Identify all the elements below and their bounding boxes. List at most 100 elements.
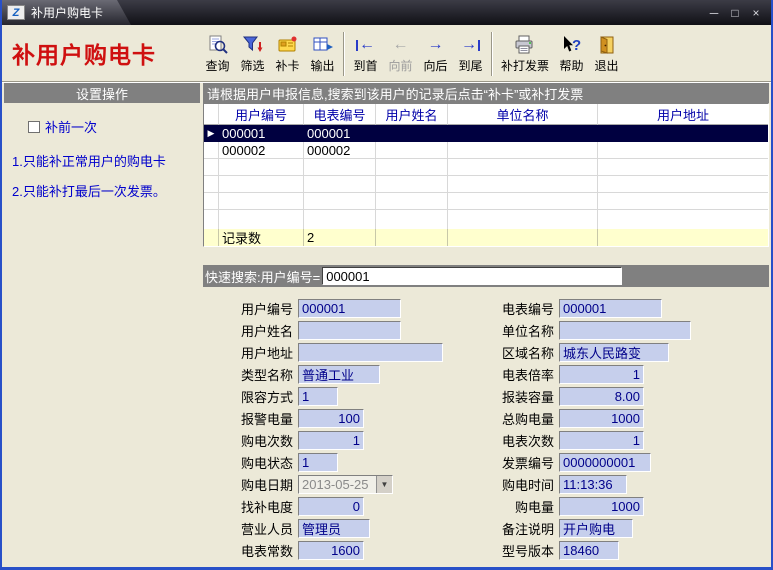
form-row-meter-count: 电表次数 1 bbox=[481, 429, 691, 451]
meter-id-field[interactable]: 000001 bbox=[559, 299, 662, 318]
form-row-meter-id: 电表编号 000001 bbox=[481, 297, 691, 319]
header-user-id: 用户编号 bbox=[219, 104, 304, 125]
exit-button[interactable]: 退出 bbox=[589, 29, 624, 79]
go-last-icon: → bbox=[461, 34, 480, 56]
minimize-button[interactable]: ─ bbox=[705, 5, 723, 21]
header-indicator-cell bbox=[204, 104, 219, 125]
quick-search-input[interactable] bbox=[322, 267, 622, 285]
cell-user-address bbox=[598, 142, 768, 159]
exit-icon bbox=[596, 34, 618, 56]
app-window: Z 补用户购电卡 ─ □ × 补用户购电卡 bbox=[0, 0, 773, 570]
sidebar-note-1: 1.只能补正常用户的购电卡 bbox=[12, 154, 192, 170]
type-name-field[interactable]: 普通工业 bbox=[298, 365, 380, 384]
capacity-mode-field[interactable]: 1 bbox=[298, 387, 338, 406]
go-last-label: 到尾 bbox=[458, 57, 482, 74]
go-prev-button[interactable]: ← 向前 bbox=[383, 29, 418, 79]
go-last-button[interactable]: → 到尾 bbox=[453, 29, 488, 79]
user-address-field[interactable] bbox=[298, 343, 443, 362]
record-count-label: 记录数 bbox=[219, 229, 304, 246]
alarm-energy-field[interactable]: 100 bbox=[298, 409, 364, 428]
header-bar: 补用户购电卡 查询 bbox=[2, 25, 771, 82]
printer-icon bbox=[514, 34, 536, 56]
installed-capacity-field[interactable]: 8.00 bbox=[559, 387, 644, 406]
close-button[interactable]: × bbox=[747, 5, 765, 21]
export-label: 输出 bbox=[310, 57, 334, 74]
field-label: 电表编号 bbox=[481, 299, 559, 318]
total-energy-field[interactable]: 1000 bbox=[559, 409, 644, 428]
purchase-date-combo[interactable]: 2013-05-25 ▼ bbox=[298, 475, 393, 494]
model-version-field[interactable]: 18460 bbox=[559, 541, 619, 560]
form-row-purchase-time: 购电时间 11:13:36 bbox=[481, 473, 691, 495]
reissue-card-button[interactable]: 补卡 bbox=[270, 29, 305, 79]
detail-form: 用户编号 000001 用户姓名 用户地址 类型名称 普通工业 bbox=[203, 287, 769, 567]
field-label: 报警电量 bbox=[213, 409, 298, 428]
export-button[interactable]: 输出 bbox=[305, 29, 340, 79]
field-label: 用户编号 bbox=[213, 299, 298, 318]
field-label: 备注说明 bbox=[481, 519, 559, 538]
form-row-adjust-energy: 找补电度 0 bbox=[213, 495, 443, 517]
field-label: 购电日期 bbox=[213, 475, 298, 494]
help-button[interactable]: ? 帮助 bbox=[554, 29, 589, 79]
form-row-unit-name: 单位名称 bbox=[481, 319, 691, 341]
cell-meter-id: 000002 bbox=[304, 142, 376, 159]
purchase-time-field[interactable]: 11:13:36 bbox=[559, 475, 627, 494]
meter-ratio-field[interactable]: 1 bbox=[559, 365, 644, 384]
maximize-button[interactable]: □ bbox=[726, 5, 744, 21]
table-footer-row: 记录数 2 bbox=[204, 229, 768, 246]
form-row-user-address: 用户地址 bbox=[213, 341, 443, 363]
go-first-icon: ← bbox=[356, 34, 375, 56]
unit-name-field[interactable] bbox=[559, 321, 691, 340]
titlebar[interactable]: Z 补用户购电卡 ─ □ × bbox=[2, 0, 771, 25]
form-row-purchase-count: 购电次数 1 bbox=[213, 429, 443, 451]
table-header-row: 用户编号 电表编号 用户姓名 单位名称 用户地址 bbox=[204, 104, 768, 125]
table-row[interactable]: 000002 000002 bbox=[204, 142, 768, 159]
query-label: 查询 bbox=[205, 57, 229, 74]
operator-field[interactable]: 管理员 bbox=[298, 519, 370, 538]
remark-field[interactable]: 开户购电 bbox=[559, 519, 633, 538]
go-first-button[interactable]: ← 到首 bbox=[348, 29, 383, 79]
cell-user-name bbox=[376, 125, 448, 142]
exit-label: 退出 bbox=[594, 57, 618, 74]
form-row-remark: 备注说明 开户购电 bbox=[481, 517, 691, 539]
app-logo-icon: Z bbox=[7, 5, 25, 20]
region-name-field[interactable]: 城东人民路变 bbox=[559, 343, 669, 362]
user-id-field[interactable]: 000001 bbox=[298, 299, 401, 318]
reprint-invoice-button[interactable]: 补打发票 bbox=[496, 29, 554, 79]
header-meter-id: 电表编号 bbox=[304, 104, 376, 125]
table-empty-row bbox=[204, 159, 768, 176]
form-column-left: 用户编号 000001 用户姓名 用户地址 类型名称 普通工业 bbox=[213, 297, 443, 567]
form-row-operator: 营业人员 管理员 bbox=[213, 517, 443, 539]
purchase-date-value: 2013-05-25 bbox=[299, 476, 376, 493]
filter-button[interactable]: 筛选 bbox=[235, 29, 270, 79]
help-label: 帮助 bbox=[559, 57, 583, 74]
form-row-model-version: 型号版本 18460 bbox=[481, 539, 691, 561]
title-tab: Z 补用户购电卡 bbox=[2, 0, 131, 25]
go-next-label: 向后 bbox=[423, 57, 447, 74]
go-next-button[interactable]: → 向后 bbox=[418, 29, 453, 79]
dropdown-arrow-icon[interactable]: ▼ bbox=[376, 476, 392, 493]
user-table: 用户编号 电表编号 用户姓名 单位名称 用户地址 ▶ 000001 000001 bbox=[203, 103, 769, 247]
adjust-energy-field[interactable]: 0 bbox=[298, 497, 364, 516]
cell-unit-name bbox=[448, 125, 598, 142]
pre-once-checkbox[interactable] bbox=[28, 121, 40, 133]
purchase-status-field[interactable]: 1 bbox=[298, 453, 338, 472]
quick-search-bar: 快速搜索:用户编号= bbox=[203, 265, 769, 287]
field-label: 用户地址 bbox=[213, 343, 298, 362]
invoice-no-field[interactable]: 0000000001 bbox=[559, 453, 651, 472]
cell-user-id: 000001 bbox=[219, 125, 304, 142]
user-name-field[interactable] bbox=[298, 321, 401, 340]
purchase-count-field[interactable]: 1 bbox=[298, 431, 364, 450]
table-row[interactable]: ▶ 000001 000001 bbox=[204, 125, 768, 142]
form-row-alarm-energy: 报警电量 100 bbox=[213, 407, 443, 429]
meter-constant-field[interactable]: 1600 bbox=[298, 541, 364, 560]
header-unit-name: 单位名称 bbox=[448, 104, 598, 125]
purchase-energy-field[interactable]: 1000 bbox=[559, 497, 644, 516]
form-row-region-name: 区域名称 城东人民路变 bbox=[481, 341, 691, 363]
cell-user-id: 000002 bbox=[219, 142, 304, 159]
meter-count-field[interactable]: 1 bbox=[559, 431, 644, 450]
field-label: 找补电度 bbox=[213, 497, 298, 516]
pre-once-checkbox-row[interactable]: 补前一次 bbox=[28, 117, 200, 136]
form-row-invoice-no: 发票编号 0000000001 bbox=[481, 451, 691, 473]
query-button[interactable]: 查询 bbox=[200, 29, 235, 79]
help-icon: ? bbox=[561, 34, 583, 56]
